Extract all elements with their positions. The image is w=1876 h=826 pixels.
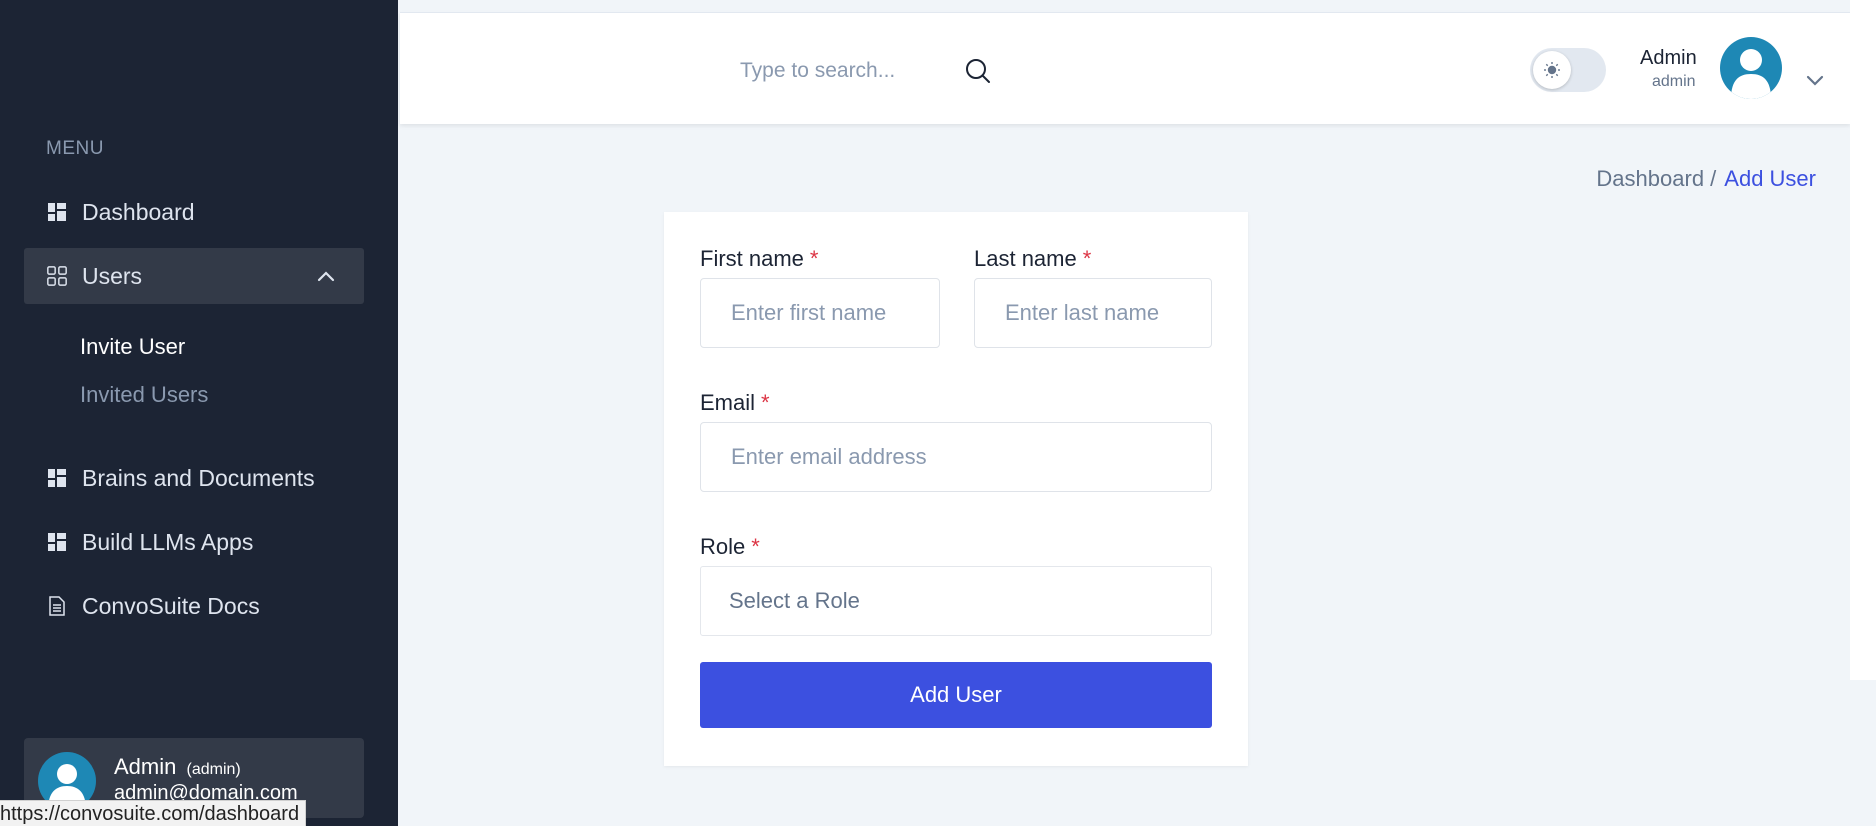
sidebar-item-users[interactable]: Users [24, 248, 364, 304]
sidebar-item-clipped [46, 660, 246, 670]
sidebar-item-llm-apps[interactable]: Build LLMs Apps [24, 514, 364, 570]
submenu-invited-users[interactable]: Invited Users [80, 382, 208, 408]
first-name-label: First name * [700, 246, 819, 271]
search-input[interactable] [740, 55, 930, 87]
breadcrumb-current: Add User [1724, 166, 1816, 191]
role-select[interactable]: Select a Role [700, 566, 1212, 636]
sidebar-item-label: Brains and Documents [82, 464, 315, 491]
profile-role: (admin) [186, 761, 241, 778]
dashboard-grid-icon [46, 531, 68, 553]
sidebar-item-brains[interactable]: Brains and Documents [24, 450, 364, 506]
top-header: Admin admin [400, 12, 1850, 124]
menu-heading: MENU [46, 138, 104, 159]
last-name-label: Last name * [974, 246, 1092, 271]
breadcrumb: Dashboard / Add User [1596, 166, 1816, 192]
chevron-down-icon[interactable] [1804, 69, 1826, 91]
header-user-name: Admin [1640, 47, 1697, 69]
add-user-button[interactable]: Add User [700, 662, 1212, 728]
chevron-up-icon[interactable] [316, 266, 336, 286]
sidebar-item-label: Build LLMs Apps [82, 528, 254, 555]
apps-grid-icon [46, 265, 68, 287]
header-user-role: admin [1652, 73, 1696, 90]
sidebar-item-label: Dashboard [82, 198, 195, 225]
sidebar-item-label: Users [82, 262, 143, 289]
first-name-field[interactable] [700, 278, 940, 348]
add-user-form: First name* Last name* Email* Role* Sele… [664, 212, 1248, 766]
dark-mode-toggle[interactable] [1530, 48, 1606, 92]
email-field[interactable] [700, 422, 1212, 492]
status-bar-url: https://convosuite.com/dashboard [0, 800, 307, 826]
avatar[interactable] [1720, 37, 1782, 99]
main-content: Admin admin Dashboard / Add User First na… [398, 0, 1876, 826]
role-select-value: Select a Role [729, 588, 860, 613]
dashboard-grid-icon [46, 467, 68, 489]
submenu-invite-user[interactable]: Invite User [80, 334, 185, 360]
profile-name: Admin [114, 754, 177, 779]
email-label: Email * [700, 390, 770, 415]
document-icon [46, 595, 68, 617]
last-name-field[interactable] [974, 278, 1212, 348]
sidebar: MENU Dashboard Users Invite User Invited… [0, 0, 398, 826]
sidebar-item-docs[interactable]: ConvoSuite Docs [24, 578, 364, 634]
dashboard-grid-icon [46, 201, 68, 223]
sun-icon [1533, 51, 1571, 89]
sidebar-item-label: ConvoSuite Docs [82, 592, 260, 619]
sidebar-item-dashboard[interactable]: Dashboard [24, 184, 364, 240]
role-label: Role * [700, 534, 760, 559]
search-icon[interactable] [964, 57, 992, 85]
breadcrumb-dashboard[interactable]: Dashboard / [1596, 166, 1716, 191]
